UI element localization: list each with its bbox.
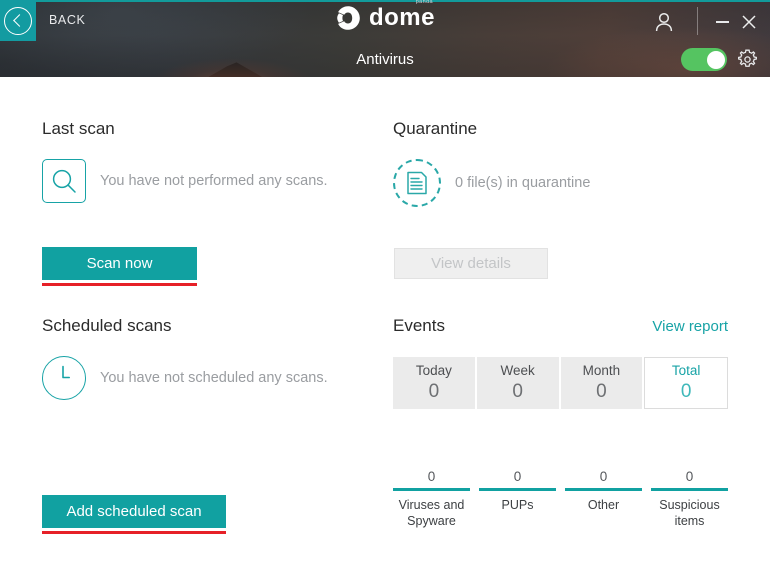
logo-wordmark: dome panda (368, 0, 435, 31)
chevron-left-icon (4, 6, 32, 35)
threat-stat-value: 0 (599, 469, 608, 484)
magnifier-icon (42, 159, 86, 203)
back-button[interactable] (0, 0, 36, 41)
threat-stat-other: 0 Other (565, 469, 651, 539)
quarantine-status-text: 0 file(s) in quarantine (455, 175, 591, 191)
main-content: Last scan You have not performed any sca… (0, 77, 770, 570)
quarantine-status-row: 0 file(s) in quarantine (393, 159, 590, 207)
tab-today[interactable]: Today 0 (393, 357, 477, 409)
quarantine-heading: Quarantine (393, 119, 478, 138)
threat-stat-value: 0 (513, 469, 522, 484)
last-scan-status-text: You have not performed any scans. (100, 173, 328, 189)
minimize-button[interactable] (709, 9, 735, 35)
threat-stat-label: PUPs (501, 498, 534, 512)
threat-stat-suspicious-items: 0 Suspicious items (651, 469, 728, 539)
titlebar-accent-line (0, 0, 770, 2)
scan-now-button[interactable]: Scan now (42, 247, 197, 280)
module-title: Antivirus (356, 51, 414, 68)
user-account-icon (655, 12, 673, 32)
tab-today-value: 0 (428, 381, 440, 402)
add-scheduled-scan-underline (42, 531, 226, 534)
minimize-icon (715, 21, 729, 23)
scan-now-underline (42, 283, 197, 286)
add-scheduled-scan-button[interactable]: Add scheduled scan (42, 495, 226, 528)
threat-stat-bar (565, 488, 642, 491)
events-heading: Events (393, 316, 445, 335)
last-scan-heading: Last scan (42, 119, 115, 138)
panda-logo-icon (337, 6, 360, 30)
logo-word: dome (368, 4, 435, 31)
close-icon (742, 15, 756, 29)
threat-stat-pups: 0 PUPs (479, 469, 565, 539)
threat-statistics: 0 Viruses and Spyware 0 PUPs 0 Other 0 S… (393, 469, 728, 539)
panda-dome-antivirus-window: BACK dome panda Antivirus Last scan You … (0, 0, 770, 570)
toggle-knob (706, 50, 725, 69)
tab-month-label: Month (582, 363, 621, 378)
close-button[interactable] (736, 9, 762, 35)
scheduled-scans-heading: Scheduled scans (42, 316, 172, 335)
threat-stat-viruses-and-spyware: 0 Viruses and Spyware (393, 469, 479, 539)
threat-stat-label: Other (587, 498, 620, 512)
threat-stat-value: 0 (427, 469, 436, 484)
events-period-tabs: Today 0 Week 0 Month 0 Total 0 (393, 357, 728, 409)
titlebar: BACK dome panda (0, 0, 770, 42)
tab-week[interactable]: Week 0 (476, 357, 561, 409)
tab-total[interactable]: Total 0 (644, 357, 728, 409)
tab-month-value: 0 (596, 381, 607, 402)
view-details-button[interactable]: View details (394, 248, 548, 279)
tab-total-value: 0 (680, 381, 692, 402)
tab-today-label: Today (415, 363, 452, 378)
tab-week-label: Week (500, 363, 535, 378)
antivirus-protection-toggle[interactable] (681, 48, 727, 71)
view-report-link[interactable]: View report (652, 318, 728, 335)
user-account-button[interactable] (648, 8, 680, 36)
threat-stat-bar (479, 488, 556, 491)
scheduled-scans-status-text: You have not scheduled any scans. (100, 370, 328, 386)
threat-stat-bar (393, 488, 470, 491)
threat-stat-label: Suspicious items (659, 498, 720, 528)
clock-icon (42, 356, 86, 400)
back-button-label[interactable]: BACK (49, 13, 85, 27)
threat-stat-label: Viruses and Spyware (398, 498, 465, 528)
window-header: BACK dome panda Antivirus (0, 0, 770, 77)
quarantined-document-icon (393, 159, 441, 207)
threat-stat-bar (651, 488, 728, 491)
titlebar-divider (697, 7, 698, 35)
tab-month[interactable]: Month 0 (560, 357, 645, 409)
module-settings-button[interactable] (734, 46, 761, 73)
gear-icon (738, 49, 757, 67)
tab-total-label: Total (671, 363, 701, 378)
module-bar: Antivirus (0, 42, 770, 77)
tab-week-value: 0 (512, 381, 523, 402)
threat-stat-value: 0 (685, 469, 694, 484)
last-scan-status-row: You have not performed any scans. (42, 159, 328, 203)
scheduled-scans-status-row: You have not scheduled any scans. (42, 356, 328, 400)
